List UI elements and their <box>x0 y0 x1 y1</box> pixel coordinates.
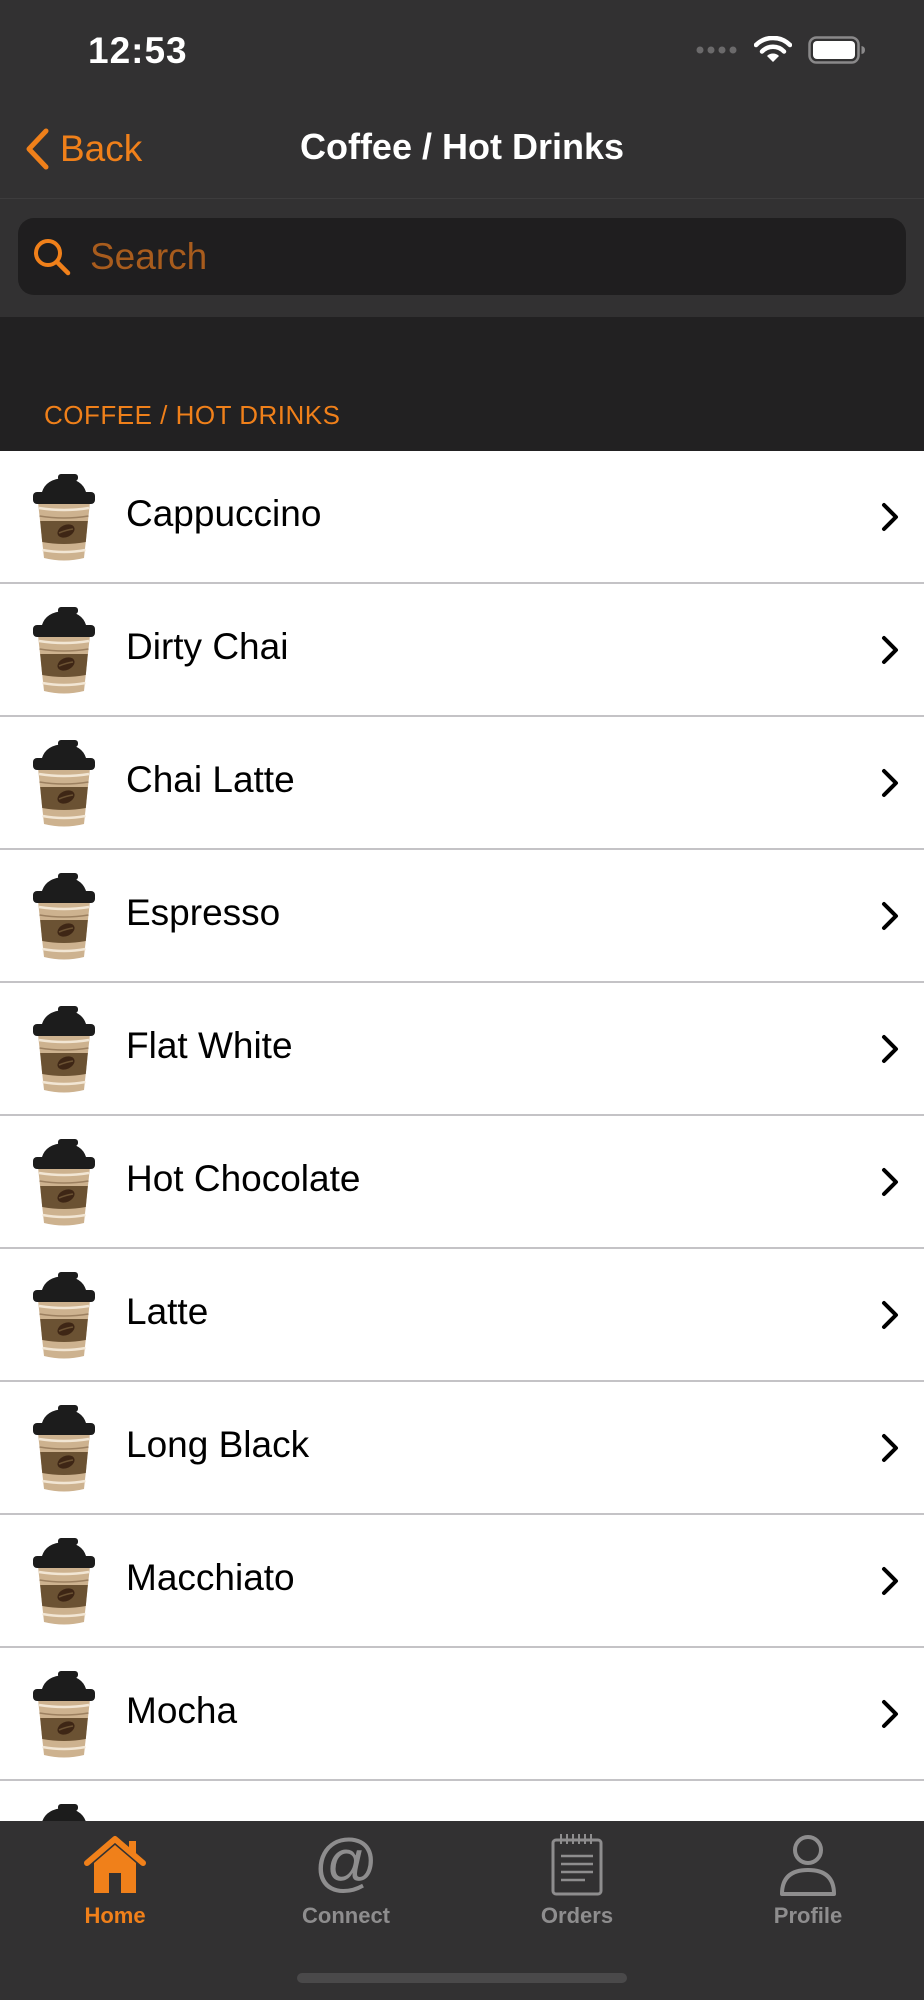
list-item[interactable]: Hot Chocolate <box>0 1116 924 1249</box>
coffee-cup-icon <box>28 472 100 564</box>
list-item[interactable]: Flat White <box>0 983 924 1116</box>
battery-icon <box>808 36 865 64</box>
coffee-cup-icon <box>28 1004 100 1096</box>
tab-label: Orders <box>540 1903 614 1928</box>
coffee-cup-icon <box>28 1802 100 1821</box>
at-sign-icon: @ <box>311 1831 381 1899</box>
status-icons <box>696 36 866 64</box>
notepad-icon <box>542 1831 612 1899</box>
svg-text:@: @ <box>315 1834 377 1896</box>
coffee-cup-icon <box>28 1270 100 1362</box>
search-icon <box>32 237 72 277</box>
search-area <box>0 199 924 317</box>
chevron-right-icon <box>882 902 898 930</box>
chevron-right-icon <box>882 503 898 531</box>
person-icon <box>773 1831 843 1899</box>
chevron-right-icon <box>882 1434 898 1462</box>
home-indicator <box>297 1973 627 1983</box>
status-bar: 12:53 <box>0 0 924 100</box>
list-item[interactable]: Dirty Chai <box>0 584 924 717</box>
status-time: 12:53 <box>88 30 188 71</box>
chevron-right-icon <box>882 636 898 664</box>
search-input[interactable] <box>88 234 906 279</box>
list-item-label: Flat White <box>126 1025 293 1066</box>
list-item-label: Chai Latte <box>126 759 295 800</box>
cellular-signal-icon <box>696 46 737 54</box>
list-item-label: Long Black <box>126 1424 310 1465</box>
menu-list[interactable]: Cappuccino Dirty Chai Chai Latte Espress… <box>0 451 924 1821</box>
navigation-bar: Back Coffee / Hot Drinks <box>0 100 924 199</box>
list-item[interactable]: Chai Latte <box>0 717 924 850</box>
list-item[interactable]: Mocha <box>0 1648 924 1781</box>
list-item[interactable]: Cappuccino <box>0 451 924 584</box>
home-icon <box>80 1831 150 1899</box>
coffee-cup-icon <box>28 871 100 963</box>
coffee-cup-icon <box>28 1403 100 1495</box>
chevron-right-icon <box>882 1035 898 1063</box>
list-item-label: Espresso <box>126 892 281 933</box>
coffee-cup-icon <box>28 738 100 830</box>
coffee-cup-icon <box>28 605 100 697</box>
tab-home[interactable]: Home <box>35 1831 195 1941</box>
coffee-cup-icon <box>28 1536 100 1628</box>
chevron-right-icon <box>882 1301 898 1329</box>
list-item-label: Mocha <box>126 1690 238 1731</box>
search-bar[interactable] <box>18 218 906 295</box>
coffee-cup-icon <box>28 1669 100 1761</box>
chevron-right-icon <box>882 769 898 797</box>
list-item[interactable]: Macchiato <box>0 1515 924 1648</box>
list-item-label: Cappuccino <box>126 493 322 534</box>
coffee-cup-icon <box>28 1137 100 1229</box>
section-header: COFFEE / HOT DRINKS <box>44 400 341 430</box>
tab-connect[interactable]: @ Connect <box>266 1831 426 1941</box>
tab-profile[interactable]: Profile <box>728 1831 888 1941</box>
tab-label: Home <box>84 1903 146 1928</box>
list-item[interactable]: Espresso <box>0 850 924 983</box>
tab-label: Connect <box>302 1903 390 1928</box>
chevron-right-icon <box>882 1700 898 1728</box>
list-item-label: Hot Chocolate <box>126 1158 361 1199</box>
chevron-right-icon <box>882 1168 898 1196</box>
list-item[interactable]: Latte <box>0 1249 924 1382</box>
chevron-right-icon <box>882 1567 898 1595</box>
list-item-label: Latte <box>126 1291 209 1332</box>
wifi-icon <box>754 36 792 62</box>
list-item-label: Dirty Chai <box>126 626 289 667</box>
tab-orders[interactable]: Orders <box>497 1831 657 1941</box>
list-item[interactable]: Piccolo <box>0 1781 924 1821</box>
tab-label: Profile <box>773 1903 843 1928</box>
list-item-label: Macchiato <box>126 1557 295 1598</box>
list-item[interactable]: Long Black <box>0 1382 924 1515</box>
page-title: Coffee / Hot Drinks <box>299 126 625 167</box>
